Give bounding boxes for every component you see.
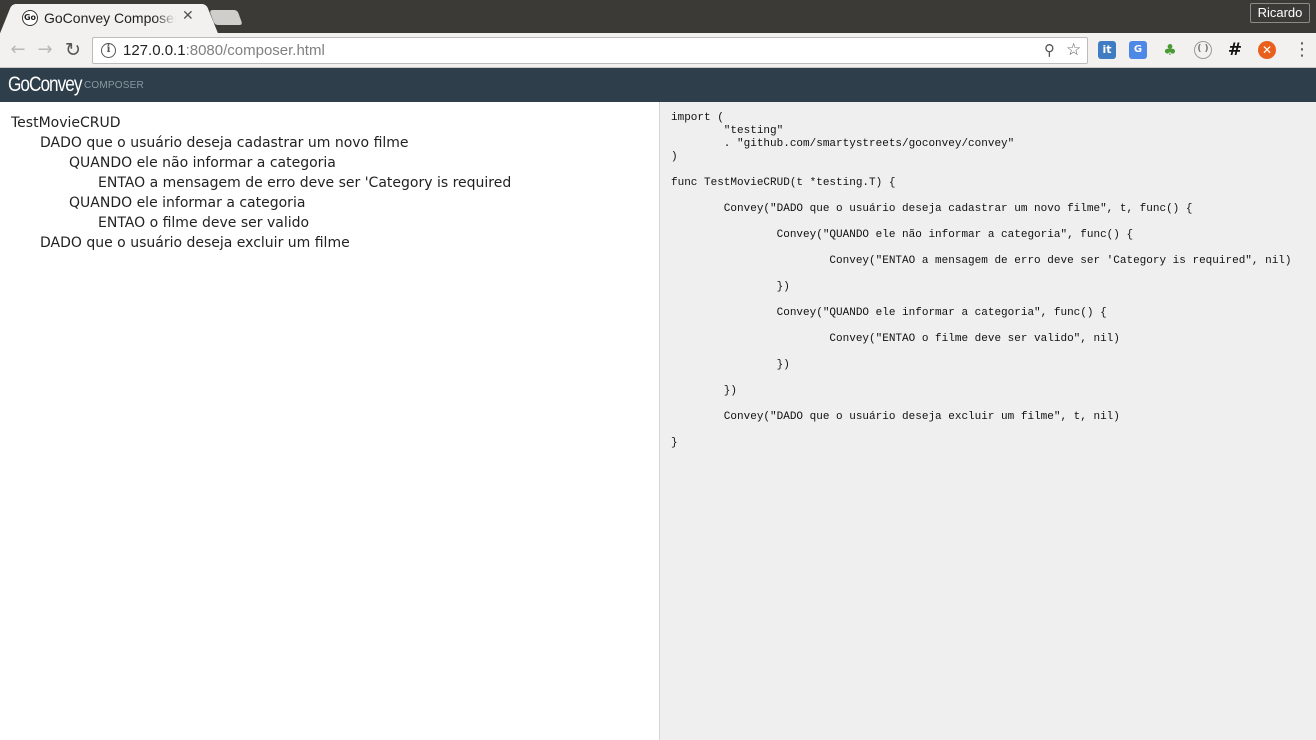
tab-title: GoConvey Composer — [44, 10, 176, 26]
code-line: Convey("DADO que o usuário deseja exclui… — [671, 411, 1120, 423]
code-line: Convey("QUANDO ele informar a categoria"… — [671, 307, 1107, 319]
composer-input-pane[interactable]: TestMovieCRUD DADO que o usuário deseja … — [0, 102, 659, 740]
extension-it-icon[interactable]: it — [1098, 41, 1116, 59]
circle-extension-icon[interactable]: ( ) — [1194, 41, 1212, 59]
zoom-icon[interactable]: ⚲ — [1044, 41, 1055, 59]
forward-arrow-icon[interactable]: → — [34, 39, 56, 61]
tree-line-dado-cadastrar[interactable]: DADO que o usuário deseja cadastrar um n… — [40, 133, 409, 153]
back-arrow-icon[interactable]: ← — [7, 39, 29, 61]
code-line: func TestMovieCRUD(t *testing.T) { — [671, 177, 896, 189]
url-path: :8080/composer.html — [185, 42, 325, 59]
reload-icon[interactable]: ↻ — [62, 39, 84, 61]
tree-line-quando-informar[interactable]: QUANDO ele informar a categoria — [69, 193, 305, 213]
browser-tab-strip: Go GoConvey Composer ✕ Ricardo — [0, 0, 1316, 33]
code-line: import ( — [671, 112, 724, 124]
url-text[interactable]: 127.0.0.1:8080/composer.html — [123, 42, 325, 59]
goconvey-favicon-icon: Go — [22, 10, 38, 26]
app-header: GoConvey COMPOSER — [0, 68, 1316, 102]
browser-toolbar: ← → ↻ i 127.0.0.1:8080/composer.html ⚲ ☆… — [0, 33, 1316, 68]
tree-line-quando-nao-informar[interactable]: QUANDO ele não informar a categoria — [69, 153, 336, 173]
code-line: . "github.com/smartystreets/goconvey/con… — [671, 138, 1015, 150]
orange-extension-icon[interactable]: ✕ — [1258, 41, 1276, 59]
generated-code-pane: import ( "testing" . "github.com/smartys… — [660, 102, 1316, 740]
tree-line-test[interactable]: TestMovieCRUD — [11, 113, 121, 133]
code-line: Convey("ENTAO a mensagem de erro deve se… — [671, 255, 1292, 267]
code-line: }) — [671, 359, 790, 371]
address-bar[interactable]: i 127.0.0.1:8080/composer.html ⚲ ☆ — [92, 37, 1088, 64]
tree-line-entao-erro[interactable]: ENTAO a mensagem de erro deve ser 'Categ… — [98, 173, 511, 193]
tree-line-dado-excluir[interactable]: DADO que o usuário deseja excluir um fil… — [40, 233, 350, 253]
browser-tab[interactable]: Go GoConvey Composer ✕ — [14, 4, 204, 33]
tree-extension-icon[interactable]: ♣ — [1161, 41, 1179, 59]
code-line: Convey("QUANDO ele não informar a catego… — [671, 229, 1134, 241]
profile-button[interactable]: Ricardo — [1250, 3, 1310, 23]
site-info-icon[interactable]: i — [101, 43, 116, 58]
app-logo[interactable]: GoConvey — [8, 73, 82, 97]
app-subtitle: COMPOSER — [84, 80, 144, 91]
code-line: Convey("DADO que o usuário deseja cadast… — [671, 203, 1193, 215]
new-tab-button[interactable] — [209, 10, 243, 25]
url-host: 127.0.0.1 — [123, 42, 186, 59]
code-line: } — [671, 437, 678, 449]
code-line: }) — [671, 281, 790, 293]
tree-line-entao-valido[interactable]: ENTAO o filme deve ser valido — [98, 213, 309, 233]
google-translate-icon[interactable]: G — [1129, 41, 1147, 59]
code-line: ) — [671, 151, 678, 163]
browser-menu-icon[interactable]: ⋮ — [1293, 39, 1311, 61]
code-line: "testing" — [671, 125, 784, 137]
hashtag-extension-icon[interactable]: # — [1226, 41, 1244, 59]
code-line: }) — [671, 385, 738, 397]
bookmark-star-icon[interactable]: ☆ — [1066, 40, 1081, 60]
close-tab-icon[interactable]: ✕ — [182, 8, 194, 24]
code-line: Convey("ENTAO o filme deve ser valido", … — [671, 333, 1120, 345]
